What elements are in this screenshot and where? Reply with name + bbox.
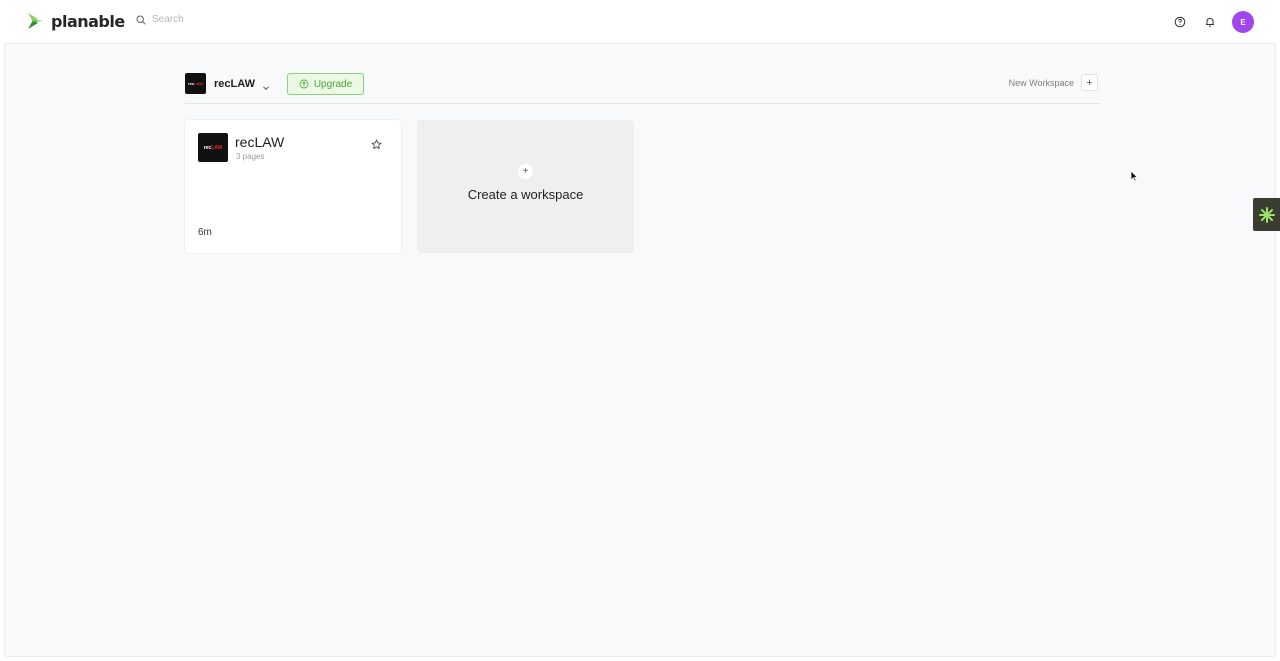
upgrade-label: Upgrade	[313, 78, 353, 90]
notifications-button[interactable]	[1202, 14, 1218, 30]
workspace-logo-text-accent: LAW	[194, 81, 203, 86]
top-actions: E	[1172, 11, 1254, 33]
help-icon	[1174, 16, 1186, 28]
create-workspace-card[interactable]: + Create a workspace	[417, 120, 634, 253]
plus-icon: +	[518, 164, 533, 179]
mouse-cursor-icon	[1130, 169, 1139, 187]
upgrade-button[interactable]: Upgrade	[287, 73, 364, 95]
workspace-card[interactable]: recLAW recLAW 3 pages 6m	[185, 120, 401, 253]
side-widget-button[interactable]	[1253, 198, 1280, 231]
help-button[interactable]	[1172, 14, 1188, 30]
create-workspace-label: Create a workspace	[467, 187, 584, 202]
chevron-down-icon	[263, 86, 269, 91]
brand-name: planable	[51, 11, 125, 31]
planable-logo-icon	[28, 13, 44, 29]
new-workspace-button[interactable]: +	[1081, 74, 1098, 91]
main-canvas: recLAW recLAW Upgrade New Workspace + re…	[4, 43, 1276, 657]
search-icon	[136, 14, 146, 25]
search-input[interactable]: Search	[152, 14, 184, 25]
upgrade-arrow-icon	[299, 79, 309, 89]
workspace-logo: recLAW	[185, 73, 206, 94]
user-avatar[interactable]: E	[1232, 11, 1254, 33]
search-box[interactable]: Search	[136, 14, 184, 25]
workspace-card-pages: 3 pages	[236, 152, 265, 161]
workspace-switcher[interactable]	[262, 79, 270, 97]
card-logo-text-accent: LAW	[211, 144, 223, 151]
workspace-card-title: recLAW	[235, 134, 285, 150]
planable-logo[interactable]: planable	[26, 11, 125, 31]
asterisk-icon	[1258, 206, 1275, 223]
workspace-name[interactable]: recLAW	[214, 78, 255, 90]
new-workspace-label[interactable]: New Workspace	[1009, 78, 1074, 88]
top-bar: planable Search E	[0, 0, 1280, 43]
star-icon	[371, 139, 382, 150]
workspace-card-time: 6m	[198, 227, 212, 238]
workspace-card-logo: recLAW	[198, 133, 228, 162]
bell-icon	[1206, 17, 1214, 27]
workspace-header: recLAW recLAW Upgrade New Workspace +	[185, 70, 1100, 104]
favorite-button[interactable]	[371, 137, 382, 155]
